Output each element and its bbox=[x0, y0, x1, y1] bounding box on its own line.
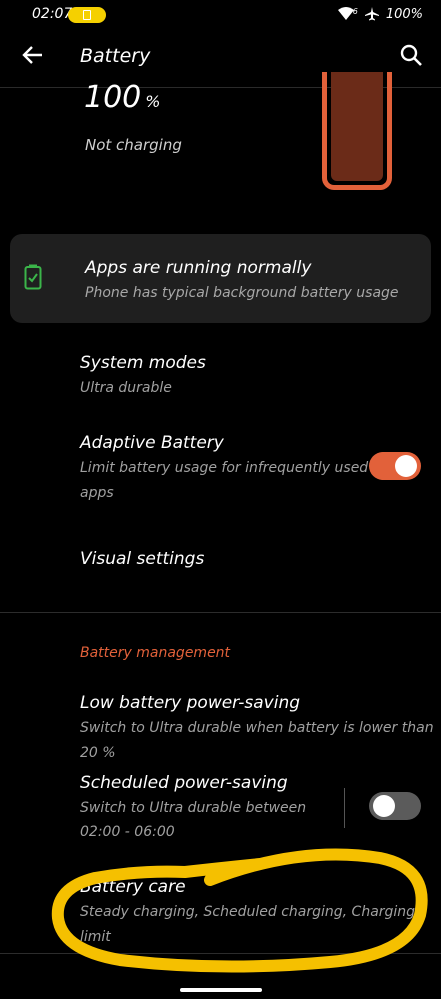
battery-icon bbox=[83, 10, 91, 20]
adaptive-battery-subtitle-line2: apps bbox=[80, 485, 114, 501]
arrow-left-icon bbox=[22, 46, 42, 64]
vertical-divider bbox=[344, 788, 345, 828]
toggle-knob bbox=[395, 455, 417, 477]
battery-graphic-fill bbox=[331, 72, 383, 181]
system-modes-item[interactable] bbox=[0, 345, 441, 405]
status-card-subtitle: Phone has typical background battery usa… bbox=[85, 285, 399, 301]
adaptive-battery-toggle[interactable] bbox=[369, 452, 421, 480]
battery-level: 100% bbox=[84, 80, 160, 115]
battery-level-unit: % bbox=[145, 92, 161, 111]
scheduled-power-saving-subtitle-line1: Switch to Ultra durable between bbox=[80, 800, 307, 816]
status-right: 6 100% bbox=[337, 6, 423, 22]
low-battery-subtitle: Switch to Ultra durable when battery is … bbox=[80, 720, 434, 761]
battery-graphic bbox=[322, 72, 392, 190]
scheduled-power-saving-title: Scheduled power-saving bbox=[80, 773, 288, 793]
airplane-icon bbox=[364, 7, 379, 21]
adaptive-battery-subtitle-line1: Limit battery usage for infrequently use… bbox=[80, 460, 369, 476]
search-button[interactable] bbox=[399, 43, 423, 67]
status-card-title: Apps are running normally bbox=[85, 258, 312, 278]
battery-saver-pill bbox=[68, 7, 106, 23]
battery-care-title: Battery care bbox=[80, 877, 186, 897]
visual-settings-title: Visual settings bbox=[80, 549, 205, 569]
toggle-knob bbox=[373, 795, 395, 817]
charge-status: Not charging bbox=[85, 136, 182, 154]
gesture-nav-handle[interactable] bbox=[180, 988, 262, 992]
section-divider bbox=[0, 612, 441, 613]
search-icon bbox=[400, 44, 422, 66]
battery-care-subtitle: Steady charging, Scheduled charging, Cha… bbox=[80, 904, 416, 945]
system-modes-title: System modes bbox=[80, 353, 206, 373]
bottom-divider bbox=[0, 953, 441, 954]
battery-status-card[interactable] bbox=[10, 234, 431, 323]
adaptive-battery-title: Adaptive Battery bbox=[80, 433, 224, 453]
status-time: 02:07 bbox=[32, 6, 73, 22]
system-modes-subtitle: Ultra durable bbox=[80, 380, 172, 396]
battery-percent: 100% bbox=[385, 6, 423, 22]
scheduled-power-saving-subtitle-line2: 02:00 - 06:00 bbox=[80, 824, 175, 840]
battery-check-icon bbox=[24, 264, 42, 290]
low-battery-title: Low battery power-saving bbox=[80, 693, 301, 713]
battery-management-header: Battery management bbox=[80, 645, 231, 661]
scheduled-power-saving-toggle[interactable] bbox=[369, 792, 421, 820]
page-title: Battery bbox=[80, 45, 151, 67]
network-badge: 6 bbox=[352, 6, 358, 16]
battery-level-value: 100 bbox=[84, 80, 142, 115]
back-button[interactable] bbox=[22, 44, 44, 66]
visual-settings-item[interactable] bbox=[0, 530, 441, 590]
